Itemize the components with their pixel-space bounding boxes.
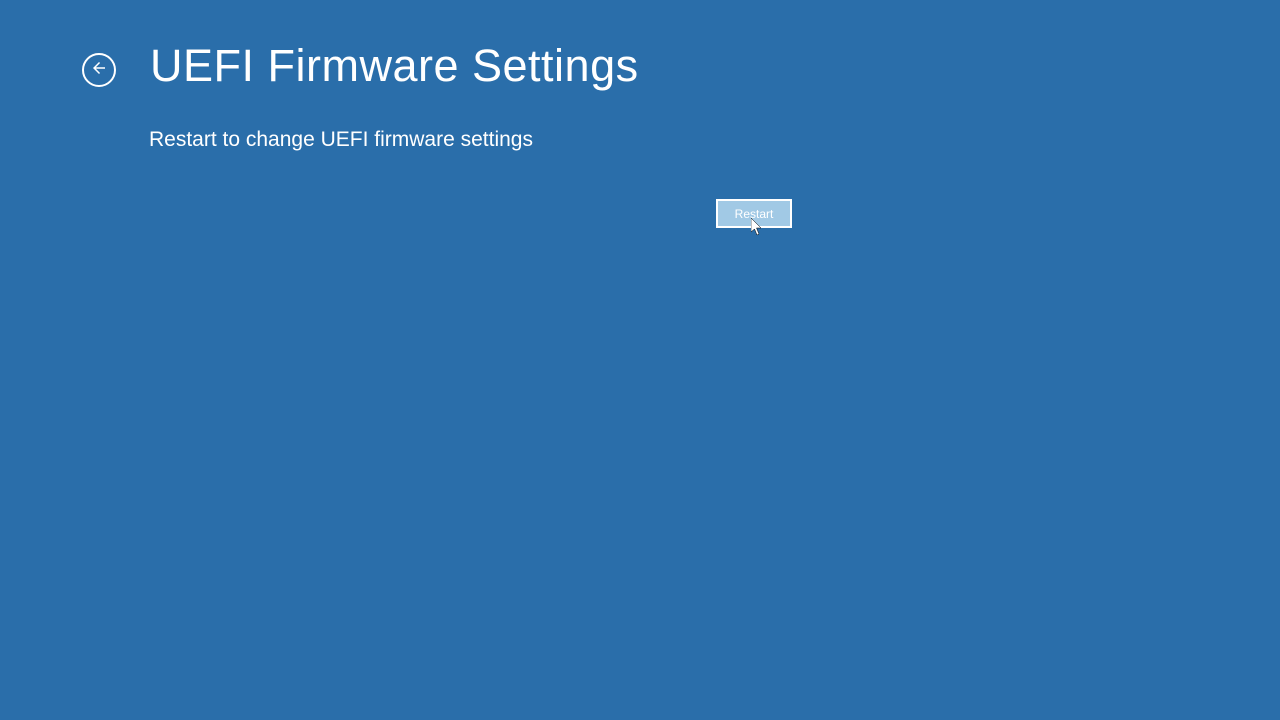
restart-button[interactable]: Restart xyxy=(716,199,792,228)
back-button[interactable] xyxy=(82,53,116,87)
description-text: Restart to change UEFI firmware settings xyxy=(149,128,533,152)
restart-button-label: Restart xyxy=(735,207,774,221)
back-arrow-icon xyxy=(90,59,108,82)
page-title: UEFI Firmware Settings xyxy=(150,40,639,92)
page-header: UEFI Firmware Settings xyxy=(82,40,639,92)
